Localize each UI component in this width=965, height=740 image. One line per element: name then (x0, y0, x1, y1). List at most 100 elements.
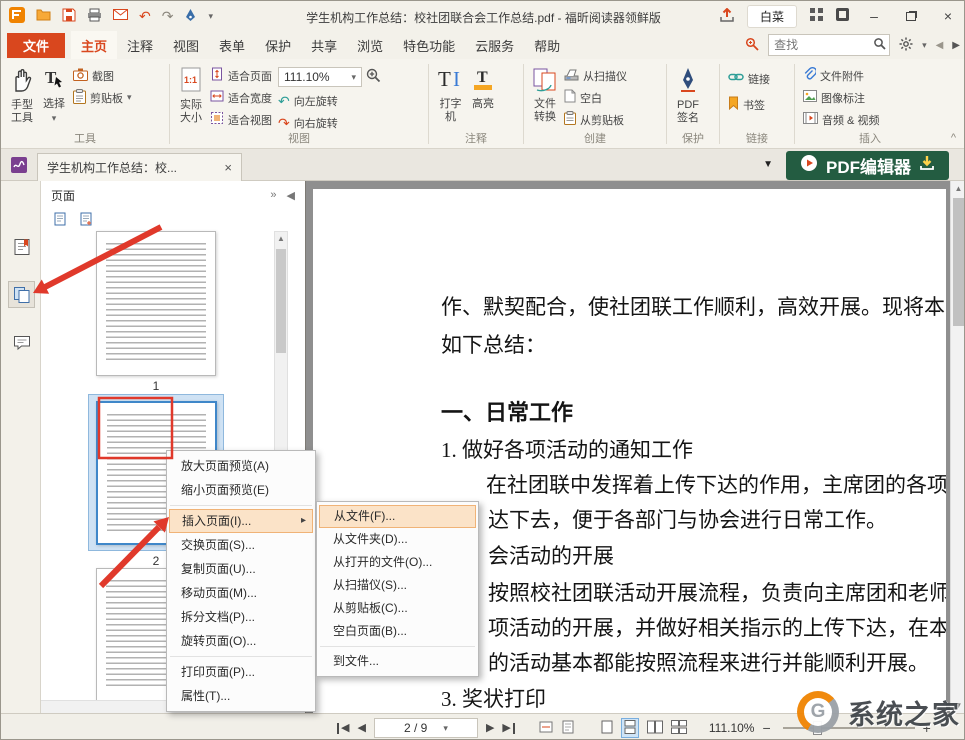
zoom-level-dropdown[interactable]: 111.10% ▾ (278, 67, 362, 87)
submenu-item-blank-page[interactable]: 空白页面(B)... (317, 620, 478, 643)
tab-close-icon[interactable]: × (224, 160, 232, 175)
document-scrollbar[interactable]: ▲ ▼ (950, 181, 965, 713)
zoom-in-icon[interactable] (366, 68, 381, 86)
menu-item-duplicate-pages[interactable]: 复制页面(U)... (167, 557, 315, 581)
tab-browse[interactable]: 浏览 (347, 31, 393, 60)
page-indicator[interactable]: 2 / 9 ▾ (374, 718, 478, 738)
page-thumbnail-1[interactable] (96, 231, 216, 376)
menu-item-properties[interactable]: 属性(T)... (167, 684, 315, 708)
menu-item-print-pages[interactable]: 打印页面(P)... (167, 660, 315, 684)
restore-button[interactable] (899, 9, 923, 23)
continuous-facing-view-icon[interactable] (671, 720, 687, 737)
file-attachment-button[interactable]: 文件附件 (803, 67, 879, 84)
bookmark-button[interactable]: 书签 (728, 96, 770, 113)
shrink-thumbnail-icon[interactable] (53, 212, 67, 229)
menu-item-insert-pages[interactable]: 插入页面(I)... ▸ (169, 509, 313, 533)
single-page-view-icon[interactable] (601, 720, 613, 737)
facing-view-icon[interactable] (647, 720, 663, 737)
from-clipboard-button[interactable]: 从剪贴板 (564, 111, 627, 128)
next-page-icon[interactable]: ▶ (486, 723, 494, 734)
bookmarks-panel-icon[interactable] (8, 233, 35, 260)
convert-button[interactable]: 文件转换 (532, 64, 558, 132)
from-scanner-button[interactable]: 从扫描仪 (564, 67, 627, 84)
submenu-item-from-clipboard[interactable]: 从剪贴板(C)... (317, 597, 478, 620)
previous-page-icon[interactable]: ◀ (357, 723, 365, 734)
save-icon[interactable] (62, 8, 76, 25)
menu-item-shrink-preview[interactable]: 缩小页面预览(E) (167, 478, 315, 502)
select-tool-button[interactable]: T 选择 ▾ (41, 64, 67, 132)
submenu-item-from-open-file[interactable]: 从打开的文件(O)... (317, 551, 478, 574)
tab-features[interactable]: 特色功能 (393, 31, 465, 60)
submenu-item-from-folder[interactable]: 从文件夹(D)... (317, 528, 478, 551)
minimize-button[interactable]: – (862, 9, 886, 23)
open-file-icon[interactable] (36, 8, 51, 24)
blank-page-button[interactable]: 空白 (564, 89, 627, 106)
panel-expand-icon[interactable]: » (270, 189, 276, 202)
account-button[interactable]: 白菜 (747, 5, 797, 28)
fit-width-status-icon[interactable] (539, 720, 553, 737)
tab-cloud[interactable]: 云服务 (465, 31, 524, 60)
tab-help[interactable]: 帮助 (524, 31, 570, 60)
tab-protect[interactable]: 保护 (255, 31, 301, 60)
enlarge-thumbnail-icon[interactable] (79, 212, 93, 229)
comments-panel-icon[interactable] (8, 329, 35, 356)
settings-caret-icon[interactable]: ▾ (922, 41, 927, 50)
menu-item-move-pages[interactable]: 移动页面(M)... (167, 581, 315, 605)
pdf-editor-banner[interactable]: PDF编辑器 (786, 151, 949, 180)
panel-collapse-icon[interactable]: ◀ (287, 189, 295, 202)
tab-comment[interactable]: 注释 (117, 31, 163, 60)
document-tab[interactable]: 学生机构工作总结：校... × (37, 153, 242, 181)
submenu-item-from-scanner[interactable]: 从扫描仪(S)... (317, 574, 478, 597)
submenu-item-to-file[interactable]: 到文件... (317, 650, 478, 673)
actual-size-button[interactable]: 1:1 实际大小 (178, 64, 204, 132)
search-icon[interactable] (873, 37, 886, 53)
share-icon[interactable] (720, 8, 734, 25)
scrollbar-thumb[interactable] (276, 249, 286, 353)
page-prev-arrow-icon[interactable]: ◀ (936, 40, 944, 51)
tab-list-caret-icon[interactable]: ▼ (763, 159, 773, 170)
print-icon[interactable] (87, 8, 102, 25)
menu-item-rotate-pages[interactable]: 旋转页面(O)... (167, 629, 315, 653)
fit-width-button[interactable]: 适合宽度 (210, 89, 272, 106)
menu-item-swap-pages[interactable]: 交换页面(S)... (167, 533, 315, 557)
ribbon-collapse-icon[interactable]: ^ (951, 132, 956, 144)
zoom-search-icon[interactable] (745, 37, 759, 54)
scroll-up-icon[interactable]: ▲ (275, 232, 287, 246)
file-menu-button[interactable]: 文件 (7, 33, 65, 58)
typewriter-button[interactable]: TI 打字机 (437, 64, 464, 132)
hand-tool-button[interactable]: 手型工具 (9, 64, 35, 132)
snapshot-button[interactable]: 截图 (73, 67, 132, 84)
search-input[interactable] (769, 38, 873, 52)
submenu-item-from-file[interactable]: 从文件(F)... (319, 505, 476, 528)
redo-icon[interactable]: ↷ (162, 9, 174, 23)
pdf-sign-button[interactable]: PDF签名 (675, 64, 701, 132)
highlight-button[interactable]: T 高亮 (470, 64, 496, 132)
tab-home[interactable]: 主页 (71, 31, 117, 60)
link-button[interactable]: 链接 (728, 70, 770, 87)
ink-signature-icon[interactable] (184, 8, 197, 25)
page-next-arrow-icon[interactable]: ▶ (952, 40, 960, 51)
image-annotation-button[interactable]: 图像标注 (803, 89, 879, 106)
email-icon[interactable] (113, 9, 128, 23)
menu-item-enlarge-preview[interactable]: 放大页面预览(A) (167, 454, 315, 478)
fit-visible-button[interactable]: 适合视图 (210, 111, 272, 128)
qat-customize-caret-icon[interactable]: ▾ (208, 12, 213, 21)
tab-form[interactable]: 表单 (209, 31, 255, 60)
menu-item-split-document[interactable]: 拆分文档(P)... (167, 605, 315, 629)
pages-panel-icon[interactable] (8, 281, 35, 308)
last-page-icon[interactable]: ▶ (502, 723, 514, 734)
audio-video-button[interactable]: 音频 & 视频 (803, 111, 879, 128)
theme-icon[interactable] (836, 8, 849, 24)
zoom-out-button[interactable]: − (762, 721, 770, 735)
actual-size-status-icon[interactable] (561, 720, 575, 737)
first-page-icon[interactable]: ◀ (337, 723, 349, 734)
scrollbar-thumb[interactable] (953, 198, 964, 326)
tab-view[interactable]: 视图 (163, 31, 209, 60)
apps-grid-icon[interactable] (810, 8, 823, 24)
tab-share[interactable]: 共享 (301, 31, 347, 60)
rotate-left-button[interactable]: ↶ 向左旋转 (278, 92, 381, 109)
fit-page-button[interactable]: 适合页面 (210, 67, 272, 84)
close-button[interactable]: × (936, 9, 960, 23)
clipboard-button[interactable]: 剪贴板 ▾ (73, 89, 132, 106)
signature-panel-icon[interactable] (10, 156, 28, 177)
